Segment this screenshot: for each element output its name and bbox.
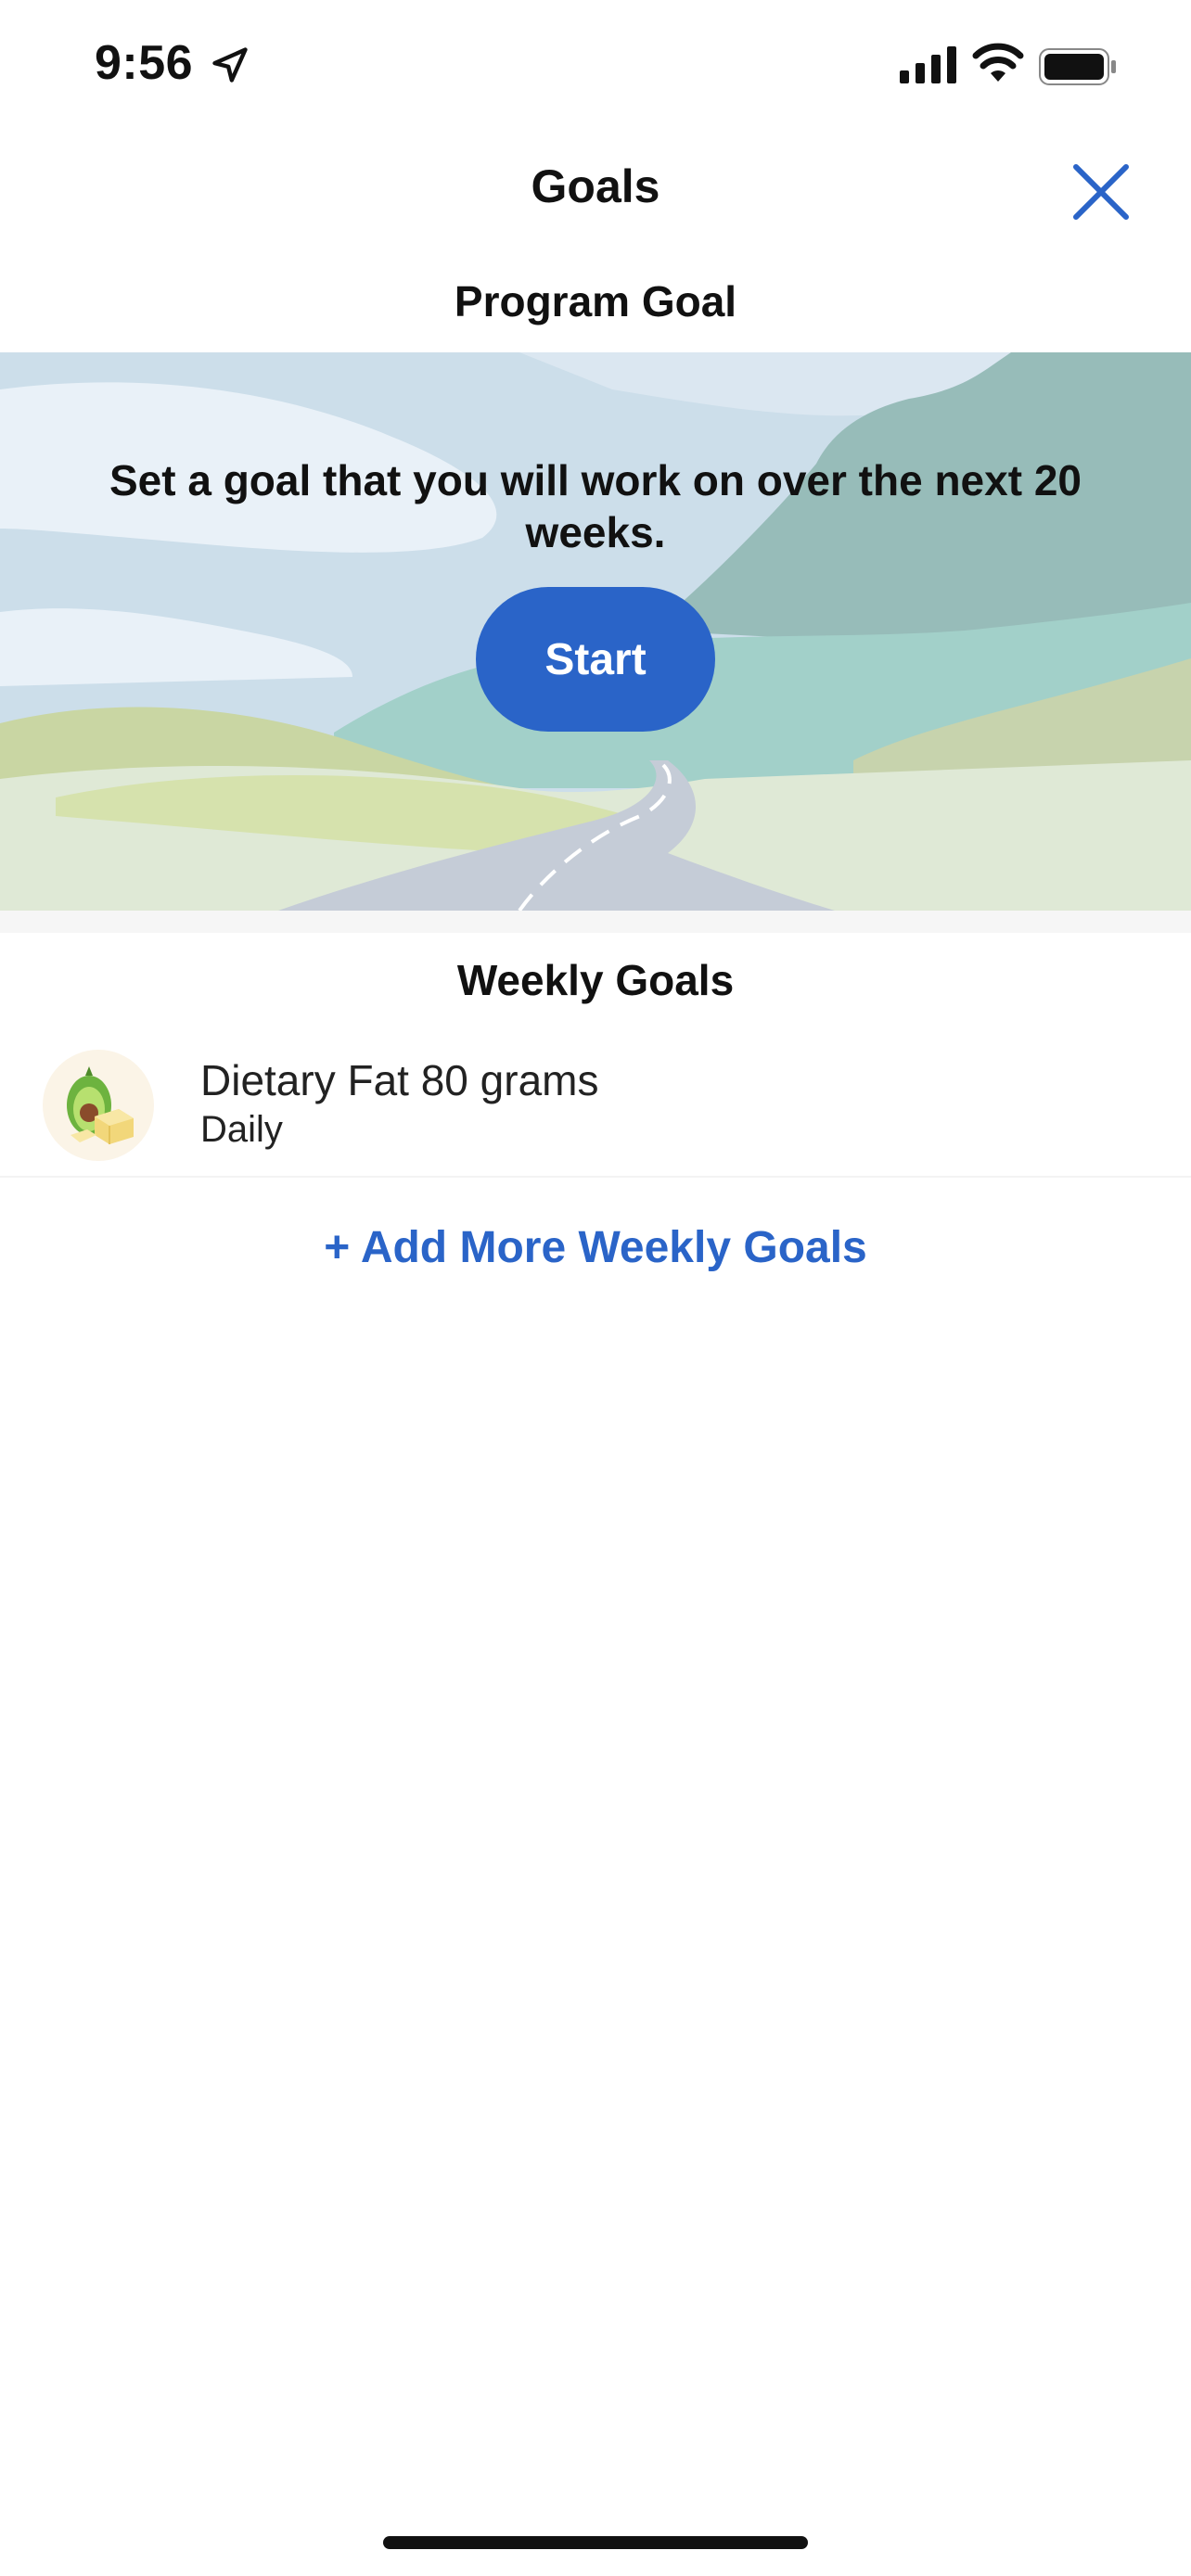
goal-avatar [43, 1050, 154, 1161]
program-goal-title: Program Goal [454, 277, 737, 325]
goal-name: Dietary Fat 80 grams [200, 1056, 599, 1104]
status-time: 9:56 [95, 36, 194, 90]
weekly-goal-item[interactable]: Dietary Fat 80 grams Daily [0, 1031, 1191, 1178]
goal-frequency: Daily [200, 1109, 283, 1150]
weekly-goals-title: Weekly Goals [456, 956, 735, 1004]
wifi-icon [972, 43, 1024, 82]
add-weekly-goals-link[interactable]: + Add More Weekly Goals [0, 1222, 1191, 1273]
start-button[interactable]: Start [476, 587, 715, 732]
status-bar: 9:56 [0, 0, 1191, 139]
avocado-butter-icon [67, 1066, 134, 1144]
battery-icon [1039, 48, 1116, 85]
cellular-signal-icon [900, 46, 956, 83]
program-goal-description: Set a goal that you will work on over th… [109, 456, 1082, 556]
page-title: Goals [531, 160, 660, 212]
close-icon[interactable] [1069, 159, 1133, 224]
section-divider [0, 911, 1191, 933]
home-indicator [383, 2536, 808, 2549]
location-arrow-icon [212, 47, 248, 83]
program-goal-banner: Set a goal that you will work on over th… [0, 352, 1191, 911]
